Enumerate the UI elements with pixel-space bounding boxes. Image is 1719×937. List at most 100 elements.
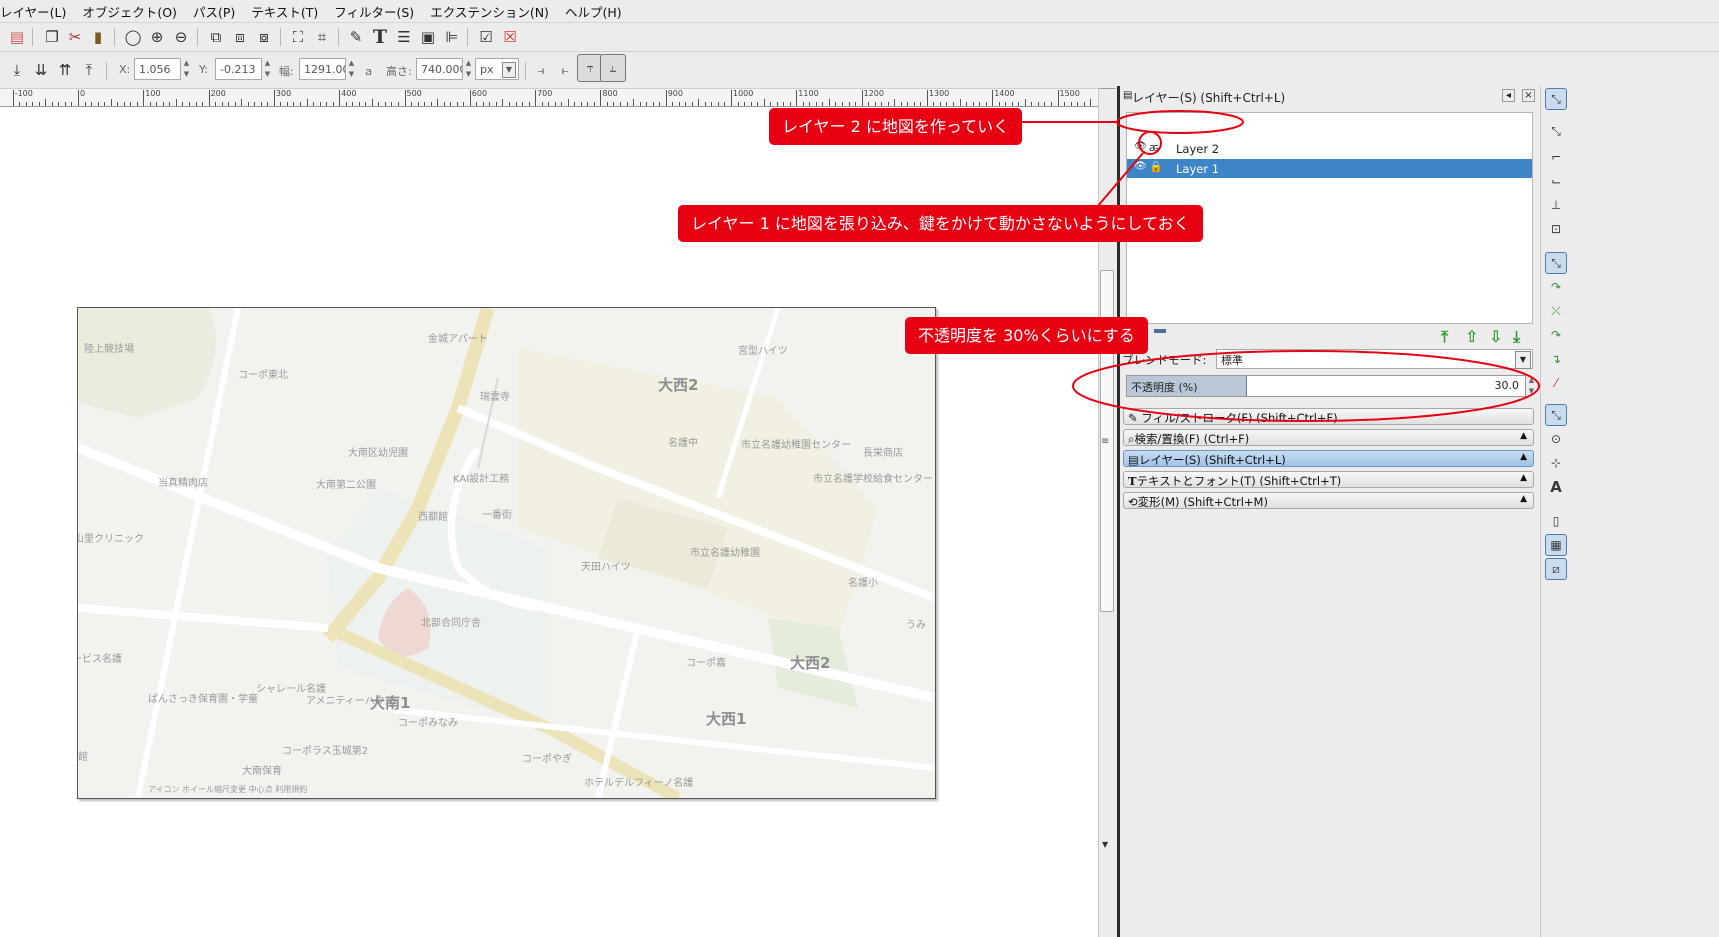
xml-editor-icon[interactable]: ✎ bbox=[345, 26, 367, 48]
lock-ratio-icon[interactable]: ａ bbox=[363, 63, 374, 79]
document-icon[interactable]: ▤ bbox=[6, 26, 28, 48]
x-spin-arrows[interactable]: ▲ ▼ bbox=[182, 58, 191, 80]
y-field[interactable]: -0.213 bbox=[215, 58, 262, 80]
raise-to-top-icon[interactable]: ⤒ bbox=[78, 59, 100, 81]
y-spin-arrows[interactable]: ▲ ▼ bbox=[263, 58, 272, 80]
scroll-down-icon[interactable]: ▼ bbox=[1102, 840, 1108, 849]
snap-bbox-corner-icon[interactable]: ⌙ bbox=[1545, 170, 1567, 192]
eye-icon[interactable]: 👁 bbox=[1134, 141, 1147, 152]
snap-others-icon[interactable]: ⤡ bbox=[1545, 404, 1567, 426]
menu-object[interactable]: オブジェクト(O) bbox=[74, 2, 185, 21]
collapse-icon: ▲ bbox=[1520, 431, 1527, 441]
unit-select[interactable]: px ▼ bbox=[475, 58, 519, 80]
menu-text[interactable]: テキスト(T) bbox=[243, 2, 326, 21]
ruler-tick bbox=[32, 102, 34, 106]
dialog-tab-text-font[interactable]: Tテキストとフォント(T) (Shift+Ctrl+T) ▲ bbox=[1123, 471, 1534, 488]
snap-text-baseline-icon[interactable]: A bbox=[1545, 476, 1567, 498]
transform-pattern-toggle[interactable]: ⥿ bbox=[600, 54, 626, 82]
zoom-icon[interactable]: ◯ bbox=[122, 26, 144, 48]
zoom-out-icon[interactable]: ⊖ bbox=[170, 26, 192, 48]
ruler-label: -100 bbox=[14, 89, 33, 98]
lower-icon[interactable]: ⇊ bbox=[30, 59, 52, 81]
snap-rotation-center-icon[interactable]: ⊹ bbox=[1545, 452, 1567, 474]
raise-icon[interactable]: ⇈ bbox=[54, 59, 76, 81]
copy-icon[interactable]: ⧉ bbox=[205, 26, 227, 48]
unlocked-icon[interactable]: ꬱ bbox=[1149, 140, 1159, 155]
snap-grid-icon[interactable]: ▦ bbox=[1545, 534, 1567, 556]
duplicate-icon[interactable]: ❐ bbox=[41, 26, 63, 48]
menu-filter[interactable]: フィルター(S) bbox=[326, 2, 422, 21]
ruler-tick bbox=[78, 90, 79, 106]
snap-smooth-nodes-icon[interactable]: ↴ bbox=[1545, 348, 1567, 370]
snap-bbox-edge-icon[interactable]: ⌐ bbox=[1545, 146, 1567, 168]
ungroup-icon[interactable]: ⌗ bbox=[311, 26, 333, 48]
dialog-tab-fill-stroke[interactable]: ✎ フィル/ストローク(F) (Shift+Ctrl+F) bbox=[1123, 408, 1534, 425]
transform-corners-icon[interactable]: ⥼ bbox=[554, 59, 576, 81]
dialog-tab-layers[interactable]: ▤レイヤー(S) (Shift+Ctrl+L) ▲ bbox=[1123, 450, 1534, 467]
dialog-tab-find-replace[interactable]: ⌕検索/置換(F) (Ctrl+F) ▲ bbox=[1123, 429, 1534, 446]
snap-enable-icon[interactable]: ⤡ bbox=[1545, 88, 1567, 110]
dialog-tab-transform[interactable]: ⟲変形(M) (Shift+Ctrl+M) ▲ bbox=[1123, 492, 1534, 509]
raise-to-top-icon[interactable]: ⤒ bbox=[1441, 327, 1448, 347]
group-icon[interactable]: ⛶ bbox=[287, 26, 309, 48]
layer-name[interactable]: Layer 2 bbox=[1176, 142, 1219, 156]
iconify-icon[interactable]: ◂ bbox=[1502, 89, 1515, 102]
height-spin-arrows[interactable]: ▲ ▼ bbox=[464, 58, 473, 80]
close-icon[interactable]: ☒ bbox=[499, 26, 521, 48]
snap-object-center-icon[interactable]: ⊙ bbox=[1545, 428, 1567, 450]
unlink-icon[interactable]: ⧇ bbox=[253, 26, 275, 48]
map-footer: アイコン ホイール縮尺変更 中心点 利用規約 bbox=[148, 785, 308, 794]
snap-bbox-icon[interactable]: ⤡ bbox=[1545, 120, 1567, 142]
lower-layer-icon[interactable]: ⇩ bbox=[1489, 327, 1502, 346]
objects-icon[interactable]: ▣ bbox=[417, 26, 439, 48]
ruler-tick bbox=[384, 102, 386, 106]
clone-icon[interactable]: ⧈ bbox=[229, 26, 251, 48]
menu-path[interactable]: パス(P) bbox=[185, 2, 243, 21]
lower-to-bottom-icon[interactable]: ⤓ bbox=[1513, 327, 1520, 347]
align-icon[interactable]: ⊫ bbox=[441, 26, 463, 48]
layers-icon[interactable]: ☰ bbox=[393, 26, 415, 48]
cut-icon[interactable]: ✂ bbox=[64, 26, 86, 48]
lower-to-bottom-icon[interactable]: ⤓ bbox=[6, 59, 28, 81]
transform-stroke-icon[interactable]: ⥽ bbox=[530, 59, 552, 81]
layer-name[interactable]: Layer 1 bbox=[1176, 162, 1219, 176]
snap-guide-icon[interactable]: ⧄ bbox=[1545, 558, 1567, 580]
height-field[interactable]: 740.000 bbox=[416, 58, 463, 80]
preferences-icon[interactable]: ☑ bbox=[475, 26, 497, 48]
menu-extensions[interactable]: エクステンション(N) bbox=[422, 2, 557, 21]
snap-cusp-nodes-icon[interactable]: ↷ bbox=[1545, 324, 1567, 346]
ruler-label: 1300 bbox=[928, 89, 950, 98]
height-label: 高さ: bbox=[386, 65, 412, 78]
text-tool-icon[interactable]: T bbox=[369, 26, 391, 48]
x-field[interactable]: 1.056 bbox=[134, 58, 181, 80]
ruler-tick bbox=[123, 102, 125, 106]
ruler-tick bbox=[404, 90, 406, 106]
remove-layer-icon[interactable] bbox=[1154, 329, 1166, 333]
lock-icon[interactable]: 🔒 bbox=[1149, 160, 1163, 173]
snap-nodes-icon[interactable]: ⤡ bbox=[1545, 252, 1567, 274]
close-icon[interactable]: × bbox=[1522, 89, 1535, 102]
width-spin-arrows[interactable]: ▲ ▼ bbox=[347, 58, 356, 80]
snap-path-intersection-icon[interactable]: ⤬ bbox=[1545, 300, 1567, 322]
opacity-spin-arrows[interactable]: ▲ ▼ bbox=[1527, 375, 1536, 397]
layer-row-layer-1[interactable]: 👁 🔒 Layer 1 bbox=[1127, 159, 1532, 178]
snap-line-midpoint-icon[interactable]: ⁄ bbox=[1545, 372, 1567, 394]
snap-bbox-center-icon[interactable]: ⊡ bbox=[1545, 218, 1567, 240]
opacity-slider[interactable]: 不透明度 (%) 30.0 bbox=[1126, 375, 1526, 397]
menu-help[interactable]: ヘルプ(H) bbox=[557, 2, 630, 21]
zoom-in-icon[interactable]: ⊕ bbox=[146, 26, 168, 48]
raise-layer-icon[interactable]: ⇧ bbox=[1465, 327, 1478, 346]
width-field[interactable]: 1291.00 bbox=[299, 58, 346, 80]
ruler-tick bbox=[887, 102, 889, 106]
eye-icon[interactable]: 👁 bbox=[1134, 161, 1147, 172]
snap-page-border-icon[interactable]: ▯ bbox=[1545, 510, 1567, 532]
layer-row-layer-2[interactable]: 👁 ꬱ Layer 2 bbox=[1127, 139, 1532, 158]
paste-icon[interactable]: ▮ bbox=[87, 26, 109, 48]
y-label: Y: bbox=[199, 63, 208, 76]
snap-bbox-midpoint-icon[interactable]: ⊥ bbox=[1545, 194, 1567, 216]
blend-mode-select[interactable]: 標準 ▼ bbox=[1216, 349, 1533, 369]
map-image[interactable]: 陸上競技場 コーポ東北 金城アパート 瑞雲寺 宮型ハイツ 大西2 名護中 市立名護幼稚園センタ… bbox=[77, 307, 936, 799]
menu-layer[interactable]: レイヤー(L) bbox=[0, 2, 74, 21]
snap-path-icon[interactable]: ↷ bbox=[1545, 276, 1567, 298]
map-label: 当真精肉店 bbox=[158, 478, 208, 489]
